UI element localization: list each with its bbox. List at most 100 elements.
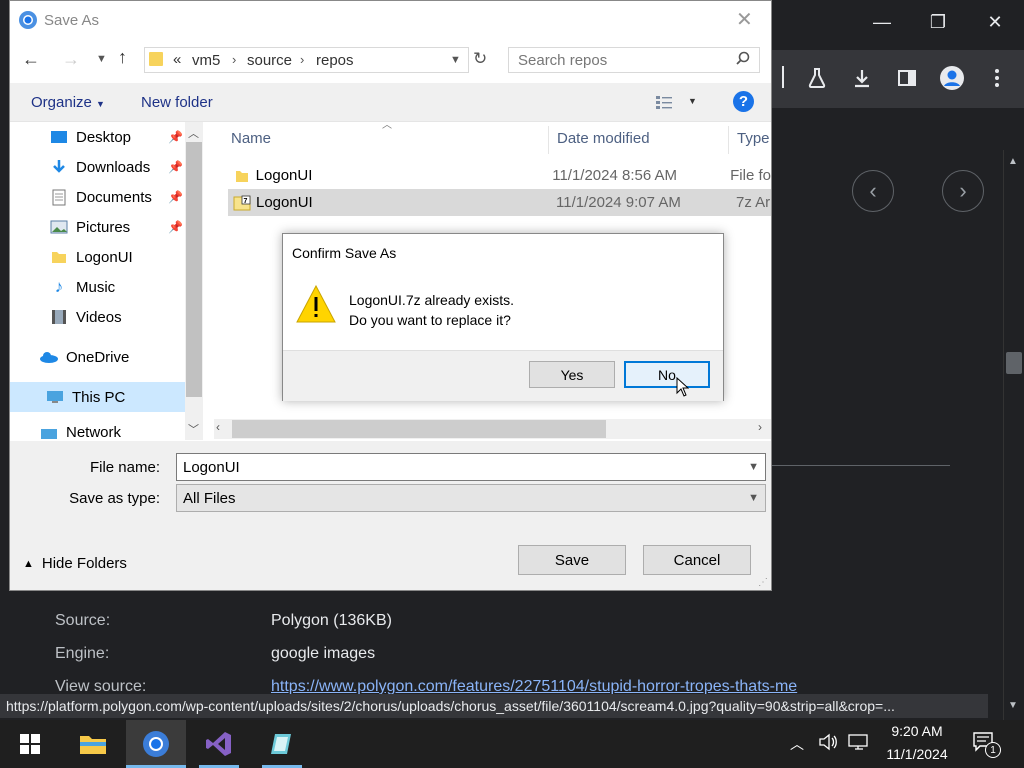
network-icon[interactable]: [848, 733, 870, 754]
clock-time[interactable]: 9:20 AM: [888, 723, 946, 739]
chevron-down-icon[interactable]: ▼: [748, 461, 759, 473]
next-image-button[interactable]: ›: [942, 170, 984, 212]
sidebar-item-downloads[interactable]: Downloads 📌: [10, 152, 185, 182]
breadcrumb-vm5[interactable]: vm5: [192, 52, 220, 69]
sidebar-item-label: Downloads: [76, 158, 151, 176]
file-row[interactable]: LogonUI 11/1/2024 8:56 AM File fo: [228, 162, 771, 189]
chevron-right-icon[interactable]: ›: [758, 420, 762, 434]
column-header-date-modified[interactable]: Date modified: [557, 122, 650, 154]
navigation-scrollbar-thumb[interactable]: [186, 142, 202, 397]
page-scrollbar[interactable]: [1003, 150, 1024, 720]
scroll-down-icon[interactable]: ▼: [1008, 700, 1018, 711]
chevron-down-icon: ▼: [748, 492, 759, 504]
dialog-titlebar[interactable]: Save As ✕: [10, 1, 771, 39]
sidebar-item-label: Desktop: [76, 128, 132, 146]
notification-icon[interactable]: 1: [972, 731, 1001, 758]
breadcrumb-repos[interactable]: repos: [316, 52, 354, 69]
sidebar-item-onedrive[interactable]: OneDrive: [10, 342, 185, 372]
source-value: Polygon (136KB): [271, 612, 392, 629]
organize-label: Organize: [31, 94, 92, 111]
minimize-icon[interactable]: —: [862, 12, 902, 33]
page-scrollbar-thumb[interactable]: [1006, 352, 1022, 374]
search-box[interactable]: Search repos: [508, 47, 760, 73]
chevron-up-icon[interactable]: ︿: [188, 125, 199, 141]
download-icon[interactable]: [848, 64, 876, 92]
view-options-icon[interactable]: [655, 94, 675, 113]
horizontal-scrollbar-thumb[interactable]: [232, 420, 606, 438]
chevron-up-icon: ▲: [23, 557, 34, 570]
save-as-type-select[interactable]: All Files ▼: [176, 484, 766, 512]
source-label: Source:: [55, 612, 111, 629]
taskbar-app[interactable]: [252, 720, 312, 768]
7z-archive-icon: 7: [228, 195, 256, 211]
organize-button[interactable]: Organize ▼: [31, 94, 105, 111]
breadcrumb-overflow[interactable]: «: [173, 51, 181, 68]
recent-locations-chevron-icon[interactable]: ▼: [96, 53, 107, 65]
confirm-dialog-title: Confirm Save As: [292, 245, 397, 261]
sidebar-item-videos[interactable]: Videos: [10, 302, 185, 332]
chrome-icon: [18, 10, 38, 30]
scroll-up-icon[interactable]: ▲: [1008, 156, 1018, 167]
chevron-up-icon[interactable]: ︿: [790, 734, 804, 754]
search-icon[interactable]: [735, 51, 751, 70]
sidebar-item-network[interactable]: Network: [10, 424, 185, 440]
sidebar-item-documents[interactable]: Documents 📌: [10, 182, 185, 212]
address-bar[interactable]: « vm5 › source › repos ▼: [144, 47, 469, 73]
file-name-value: LogonUI: [183, 458, 240, 476]
column-divider[interactable]: [548, 126, 549, 154]
column-header-type[interactable]: Type: [737, 122, 770, 154]
taskbar-chrome[interactable]: [126, 720, 186, 768]
sidebar-item-logonui[interactable]: LogonUI: [10, 242, 185, 272]
hide-folders-label: Hide Folders: [41, 555, 127, 572]
close-icon[interactable]: ✕: [975, 12, 1015, 33]
new-folder-button[interactable]: New folder: [141, 94, 213, 111]
profile-icon[interactable]: [938, 64, 966, 92]
forward-arrow-icon[interactable]: →: [62, 49, 80, 70]
notification-badge: 1: [985, 742, 1001, 758]
file-explorer-icon: [80, 736, 106, 754]
clock-date[interactable]: 11/1/2024: [883, 746, 951, 762]
help-icon[interactable]: ?: [733, 91, 754, 112]
chevron-down-icon[interactable]: ▼: [450, 54, 461, 66]
up-arrow-icon[interactable]: ↑: [118, 47, 127, 68]
no-button[interactable]: No: [624, 361, 710, 388]
chevron-down-icon[interactable]: ▼: [688, 96, 697, 106]
column-header-name[interactable]: Name: [231, 122, 271, 154]
warning-icon: [296, 284, 336, 327]
taskbar-visual-studio[interactable]: [189, 720, 249, 768]
close-icon[interactable]: ✕: [736, 7, 753, 32]
flask-icon[interactable]: [803, 64, 831, 92]
yes-button[interactable]: Yes: [529, 361, 615, 388]
maximize-icon[interactable]: ❐: [918, 12, 958, 33]
sidebar-item-this-pc[interactable]: This PC: [10, 382, 185, 412]
sidebar-item-music[interactable]: ♪ Music: [10, 272, 185, 302]
visual-studio-icon: [206, 732, 231, 756]
sidebar-item-desktop[interactable]: Desktop 📌: [10, 122, 185, 152]
sidebar-item-pictures[interactable]: Pictures 📌: [10, 212, 185, 242]
cancel-button[interactable]: Cancel: [643, 545, 751, 575]
column-divider[interactable]: [728, 126, 729, 154]
start-button[interactable]: [0, 720, 60, 768]
save-button[interactable]: Save: [518, 545, 626, 575]
breadcrumb-source[interactable]: source: [247, 52, 292, 69]
sidebar-item-label: Music: [76, 278, 116, 296]
volume-icon[interactable]: [818, 733, 838, 754]
chevron-right-icon[interactable]: ›: [232, 52, 236, 67]
hide-folders-button[interactable]: ▲ Hide Folders: [23, 555, 127, 572]
chevron-left-icon[interactable]: ‹: [216, 420, 220, 434]
file-date: 11/1/2024 8:56 AM: [552, 167, 678, 184]
dialog-title: Save As: [44, 12, 100, 29]
chevron-right-icon[interactable]: ›: [300, 52, 304, 67]
back-arrow-icon[interactable]: ←: [22, 49, 40, 70]
chevron-down-icon[interactable]: ﹀: [188, 421, 199, 437]
file-name: LogonUI: [255, 167, 313, 184]
resize-grip-icon[interactable]: ⋰: [758, 577, 768, 588]
file-row[interactable]: 7 LogonUI 11/1/2024 9:07 AM 7z Ar: [228, 189, 771, 216]
sidebar-icon[interactable]: [893, 64, 921, 92]
taskbar-file-explorer[interactable]: [63, 720, 123, 768]
previous-image-button[interactable]: ‹: [852, 170, 894, 212]
search-input[interactable]: Search repos: [518, 52, 607, 69]
menu-icon[interactable]: [983, 64, 1011, 92]
file-name-field[interactable]: LogonUI ▼: [176, 453, 766, 481]
refresh-icon[interactable]: ↻: [473, 49, 487, 69]
